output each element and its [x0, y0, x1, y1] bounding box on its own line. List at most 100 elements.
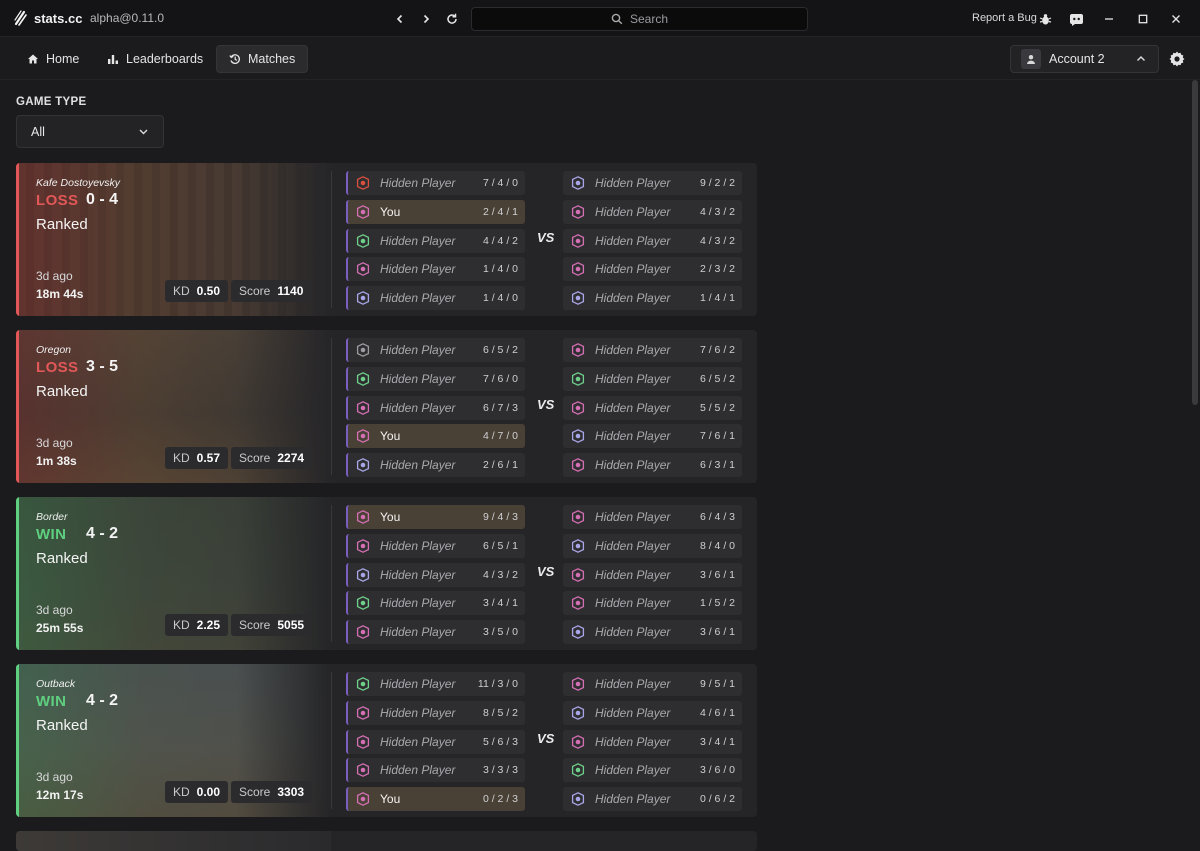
player-row-enemy[interactable]: Hidden Player 0 / 6 / 2: [563, 787, 742, 811]
player-row-team[interactable]: Hidden Player 3 / 5 / 0: [346, 620, 525, 644]
nav-home[interactable]: Home: [15, 45, 91, 73]
player-row-team[interactable]: Hidden Player 3 / 4 / 1: [346, 591, 525, 615]
player-row-team[interactable]: Hidden Player 4 / 3 / 2: [346, 563, 525, 587]
back-icon[interactable]: [391, 10, 409, 28]
nav-matches-label: Matches: [248, 52, 296, 66]
pink-operator-icon: [356, 625, 370, 639]
player-name: Hidden Player: [595, 677, 671, 691]
player-row-enemy[interactable]: Hidden Player 8 / 4 / 0: [563, 534, 742, 558]
score-label: Score: [239, 618, 271, 632]
player-row-enemy[interactable]: Hidden Player 4 / 6 / 1: [563, 701, 742, 725]
player-name: You: [380, 205, 401, 219]
nav-home-label: Home: [46, 52, 80, 66]
player-row-enemy[interactable]: Hidden Player 9 / 2 / 2: [563, 171, 742, 195]
player-row-team[interactable]: Hidden Player 4 / 4 / 2: [346, 229, 525, 253]
player-row-enemy[interactable]: Hidden Player 6 / 5 / 2: [563, 367, 742, 391]
score-label: Score: [239, 785, 271, 799]
player-row-enemy[interactable]: Hidden Player 5 / 5 / 2: [563, 396, 742, 420]
player-name: Hidden Player: [595, 429, 671, 443]
player-name: Hidden Player: [595, 234, 671, 248]
bug-icon[interactable]: [1035, 9, 1055, 29]
score-chip: Score 5055: [231, 614, 313, 636]
player-row-team[interactable]: Hidden Player 5 / 6 / 3: [346, 730, 525, 754]
player-row-enemy[interactable]: Hidden Player 6 / 4 / 3: [563, 505, 742, 529]
player-row-enemy[interactable]: Hidden Player 4 / 3 / 2: [563, 229, 742, 253]
player-name: Hidden Player: [595, 763, 671, 777]
match-card[interactable]: Oregon LOSS 3 - 5 Ranked 3d ago 1m 38s KD 0.57 S…: [16, 330, 757, 483]
pink-operator-icon: [356, 205, 370, 219]
close-icon[interactable]: [1166, 9, 1186, 29]
vs-label: VS: [537, 230, 555, 245]
match-result: LOSS: [36, 192, 79, 209]
player-row-enemy[interactable]: Hidden Player 1 / 4 / 1: [563, 286, 742, 310]
forward-icon[interactable]: [417, 10, 435, 28]
match-card[interactable]: Outback WIN 4 - 2 Ranked 3d ago 12m 17s KD 0.00…: [16, 664, 757, 817]
player-row-team[interactable]: Hidden Player 11 / 3 / 0: [346, 672, 525, 696]
player-row-enemy[interactable]: Hidden Player 3 / 6 / 0: [563, 758, 742, 782]
brand[interactable]: stats.cc: [14, 10, 82, 26]
player-row-enemy[interactable]: Hidden Player 4 / 3 / 2: [563, 200, 742, 224]
player-kda: 3 / 4 / 1: [699, 736, 735, 748]
player-name: Hidden Player: [380, 458, 456, 472]
player-row-enemy[interactable]: Hidden Player 3 / 4 / 1: [563, 730, 742, 754]
refresh-icon[interactable]: [443, 10, 461, 28]
player-row-team[interactable]: Hidden Player 7 / 4 / 0: [346, 171, 525, 195]
player-row-enemy[interactable]: Hidden Player 3 / 6 / 1: [563, 563, 742, 587]
gear-icon[interactable]: [1168, 50, 1186, 68]
account-dropdown[interactable]: Account 2: [1010, 45, 1159, 73]
match-card[interactable]: Border WIN 4 - 2 Ranked 3d ago 25m 55s KD 2.25 S…: [16, 497, 757, 650]
player-row-team[interactable]: Hidden Player 7 / 6 / 0: [346, 367, 525, 391]
player-row-team[interactable]: Hidden Player 8 / 5 / 2: [346, 701, 525, 725]
kd-label: KD: [173, 451, 190, 465]
player-kda: 7 / 6 / 2: [699, 344, 735, 356]
player-kda: 4 / 3 / 2: [699, 206, 735, 218]
player-row-team[interactable]: Hidden Player 2 / 6 / 1: [346, 453, 525, 477]
player-row-team[interactable]: Hidden Player 6 / 5 / 1: [346, 534, 525, 558]
player-row-team[interactable]: Hidden Player 6 / 5 / 2: [346, 338, 525, 362]
pink-operator-icon: [356, 510, 370, 524]
player-row-team[interactable]: Hidden Player 6 / 7 / 3: [346, 396, 525, 420]
player-row-team[interactable]: Hidden Player 1 / 4 / 0: [346, 286, 525, 310]
player-row-enemy[interactable]: Hidden Player 6 / 3 / 1: [563, 453, 742, 477]
player-kda: 9 / 5 / 1: [699, 678, 735, 690]
player-row-enemy[interactable]: Hidden Player 3 / 6 / 1: [563, 620, 742, 644]
player-name: Hidden Player: [380, 234, 456, 248]
player-row-enemy[interactable]: Hidden Player 1 / 5 / 2: [563, 591, 742, 615]
nav-matches[interactable]: Matches: [216, 45, 309, 73]
match-card-partial[interactable]: [16, 831, 757, 851]
scrollbar[interactable]: [1192, 80, 1198, 405]
kd-label: KD: [173, 618, 190, 632]
player-kda: 4 / 3 / 2: [482, 569, 518, 581]
search-input[interactable]: Search: [471, 7, 808, 31]
maximize-icon[interactable]: [1133, 9, 1153, 29]
lavender-operator-icon: [571, 706, 585, 720]
player-name: Hidden Player: [380, 401, 456, 415]
player-row-enemy[interactable]: Hidden Player 7 / 6 / 2: [563, 338, 742, 362]
player-row-enemy[interactable]: Hidden Player 9 / 5 / 1: [563, 672, 742, 696]
player-kda: 8 / 5 / 2: [482, 707, 518, 719]
pink-operator-icon: [571, 677, 585, 691]
match-card[interactable]: Kafe Dostoyevsky LOSS 0 - 4 Ranked 3d ago 18m…: [16, 163, 757, 316]
player-row-enemy[interactable]: Hidden Player 2 / 3 / 2: [563, 257, 742, 281]
nav-leaderboards[interactable]: Leaderboards: [95, 45, 215, 73]
discord-icon[interactable]: [1066, 9, 1086, 29]
player-row-enemy[interactable]: Hidden Player 7 / 6 / 1: [563, 424, 742, 448]
player-kda: 6 / 5 / 2: [699, 373, 735, 385]
search-icon: [611, 13, 623, 25]
player-name: Hidden Player: [595, 205, 671, 219]
match-duration: 18m 44s: [36, 287, 84, 301]
player-row-you[interactable]: You 4 / 7 / 0: [346, 424, 525, 448]
player-row-team[interactable]: Hidden Player 1 / 4 / 0: [346, 257, 525, 281]
player-row-team[interactable]: Hidden Player 3 / 3 / 3: [346, 758, 525, 782]
user-icon: [1021, 49, 1041, 69]
minimize-icon[interactable]: [1099, 9, 1119, 29]
report-bug-button[interactable]: Report a Bug: [972, 12, 1037, 24]
map-thumbnail: Oregon LOSS 3 - 5 Ranked 3d ago 1m 38s KD 0.57 S…: [16, 330, 331, 483]
match-result: LOSS: [36, 359, 79, 376]
game-type-select[interactable]: All: [16, 115, 164, 148]
player-kda: 3 / 6 / 0: [699, 764, 735, 776]
player-row-you[interactable]: You 2 / 4 / 1: [346, 200, 525, 224]
player-kda: 5 / 6 / 3: [482, 736, 518, 748]
player-row-you[interactable]: You 0 / 2 / 3: [346, 787, 525, 811]
player-row-you[interactable]: You 9 / 4 / 3: [346, 505, 525, 529]
